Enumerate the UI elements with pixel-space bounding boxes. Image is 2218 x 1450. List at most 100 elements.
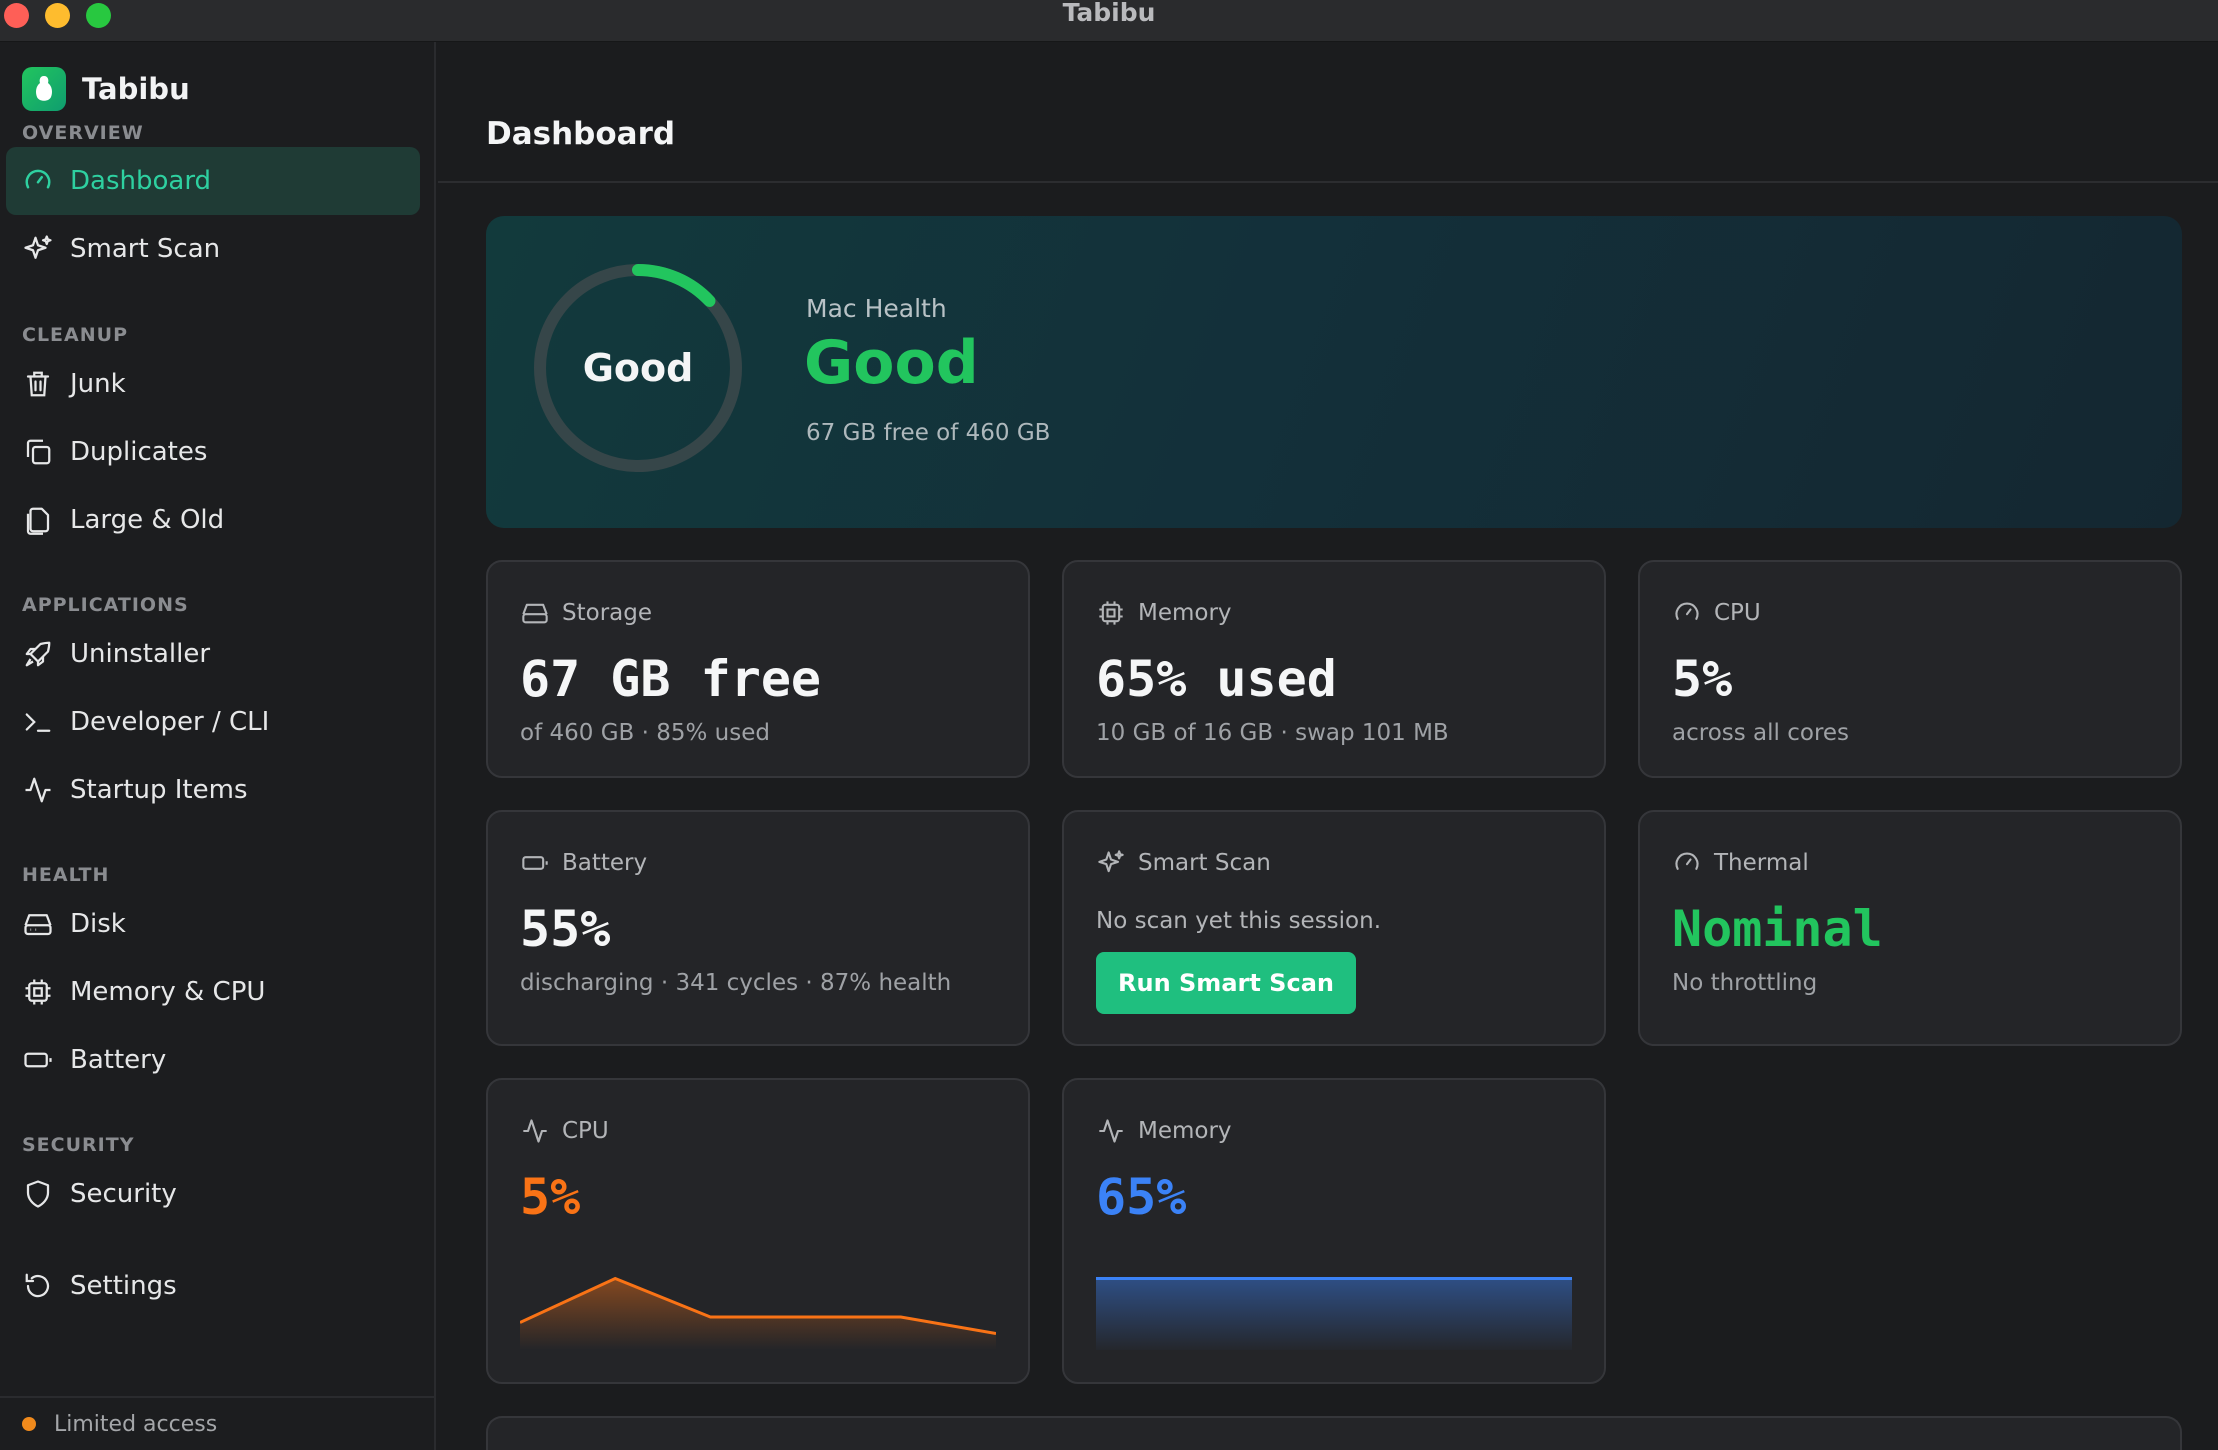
section-label-overview: OVERVIEW — [22, 122, 144, 144]
sidebar-item-label: Security — [70, 1179, 177, 1209]
series-area — [1096, 1278, 1572, 1350]
memory-sparkline — [1096, 1277, 1572, 1350]
sidebar-item-settings[interactable]: Settings — [6, 1252, 420, 1320]
sidebar-item-label: Dashboard — [70, 166, 212, 196]
sidebar-item-label: Uninstaller — [70, 639, 211, 669]
chip-icon — [1096, 598, 1126, 628]
smart-scan-card: Smart Scan No scan yet this session. Run… — [1062, 810, 1606, 1046]
card-label: Thermal — [1714, 850, 1809, 876]
battery-value: 55% — [520, 900, 611, 958]
hard-drive-icon — [520, 598, 550, 628]
health-hero-card: Good Mac Health Good 67 GB free of 460 G… — [486, 216, 2182, 528]
sidebar-item-label: Memory & CPU — [70, 977, 266, 1007]
thermal-card[interactable]: Thermal Nominal No throttling — [1638, 810, 2182, 1046]
hard-drive-icon — [22, 908, 54, 940]
cpu-sparkline — [520, 1276, 996, 1350]
sidebar-item-security[interactable]: Security — [6, 1160, 420, 1228]
sidebar-item-label: Large & Old — [70, 505, 225, 535]
thermal-detail: No throttling — [1672, 970, 1818, 996]
files-icon — [22, 504, 54, 536]
thermal-value: Nominal — [1672, 900, 1883, 958]
activity-icon — [22, 774, 54, 806]
sidebar-item-startup-items[interactable]: Startup Items — [6, 756, 420, 824]
cpu-value: 5% — [1672, 650, 1733, 708]
title-bar: Tabibu — [0, 0, 2218, 42]
section-label-cleanup: CLEANUP — [22, 324, 128, 346]
cpu-card[interactable]: CPU 5% across all cores — [1638, 560, 2182, 778]
status-dot — [22, 1417, 36, 1431]
app-logo-icon — [22, 67, 66, 111]
card-label: Memory — [1138, 1118, 1232, 1144]
battery-card[interactable]: Battery 55% discharging · 341 cycles · 8… — [486, 810, 1030, 1046]
section-label-security: SECURITY — [22, 1134, 135, 1156]
gauge-icon — [22, 165, 54, 197]
terminal-icon — [22, 706, 54, 738]
rotate-ccw-icon — [22, 1270, 54, 1302]
memory-chart-card[interactable]: Memory 65% — [1062, 1078, 1606, 1384]
sidebar-item-smart-scan[interactable]: Smart Scan — [6, 215, 420, 283]
card-label: Storage — [562, 600, 652, 626]
page-title: Dashboard — [486, 116, 676, 152]
sidebar-item-label: Smart Scan — [70, 234, 221, 264]
sidebar-item-large-old[interactable]: Large & Old — [6, 486, 420, 554]
storage-card[interactable]: Storage 67 GB free of 460 GB · 85% used — [486, 560, 1030, 778]
brand: Tabibu — [22, 67, 190, 111]
gauge-label: Good — [582, 346, 694, 390]
memory-card[interactable]: Memory 65% used 10 GB of 16 GB · swap 10… — [1062, 560, 1606, 778]
section-label-health: HEALTH — [22, 864, 110, 886]
sidebar-item-dashboard[interactable]: Dashboard — [6, 147, 420, 215]
sidebar-item-junk[interactable]: Junk — [6, 350, 420, 418]
additional-card — [486, 1416, 2182, 1450]
sidebar-item-label: Settings — [70, 1271, 177, 1301]
health-status: Good — [804, 328, 979, 398]
sparkles-icon — [22, 233, 54, 265]
shield-icon — [22, 1178, 54, 1210]
rocket-icon — [22, 638, 54, 670]
battery-detail: discharging · 341 cycles · 87% health — [520, 970, 952, 996]
sidebar-item-memory-cpu[interactable]: Memory & CPU — [6, 958, 420, 1026]
sidebar-item-developer-cli[interactable]: Developer / CLI — [6, 688, 420, 756]
memory-chart-value: 65% — [1096, 1168, 1187, 1226]
sidebar-item-label: Startup Items — [70, 775, 248, 805]
health-detail: 67 GB free of 460 GB — [806, 420, 1051, 446]
sparkles-icon — [1096, 848, 1126, 878]
sidebar-item-battery[interactable]: Battery — [6, 1026, 420, 1094]
storage-detail: of 460 GB · 85% used — [520, 720, 770, 746]
chip-icon — [22, 976, 54, 1008]
battery-icon — [520, 848, 550, 878]
app-window: Tabibu Tabibu OVERVIEW Dashboard Smart S… — [0, 0, 2218, 1450]
page-header: Dashboard — [438, 42, 2218, 183]
sidebar: Tabibu OVERVIEW Dashboard Smart Scan CLE… — [0, 42, 436, 1450]
card-label: Battery — [562, 850, 648, 876]
brand-name: Tabibu — [82, 72, 190, 106]
run-smart-scan-button[interactable]: Run Smart Scan — [1096, 952, 1356, 1014]
memory-detail: 10 GB of 16 GB · swap 101 MB — [1096, 720, 1449, 746]
cpu-chart-card[interactable]: CPU 5% — [486, 1078, 1030, 1384]
gauge-icon — [1672, 848, 1702, 878]
memory-value: 65% used — [1096, 650, 1337, 708]
sidebar-item-uninstaller[interactable]: Uninstaller — [6, 620, 420, 688]
activity-icon — [520, 1116, 550, 1146]
card-label: Smart Scan — [1138, 850, 1271, 876]
sidebar-item-label: Disk — [70, 909, 126, 939]
gauge-icon — [1672, 598, 1702, 628]
sidebar-item-disk[interactable]: Disk — [6, 890, 420, 958]
scan-status-note: No scan yet this session. — [1096, 908, 1382, 934]
battery-icon — [22, 1044, 54, 1076]
sidebar-item-label: Junk — [70, 369, 126, 399]
main-content: Dashboard Good Mac Health Good 67 GB fre… — [438, 42, 2218, 1450]
copy-icon — [22, 436, 54, 468]
card-label: CPU — [562, 1118, 609, 1144]
cpu-detail: across all cores — [1672, 720, 1850, 746]
sidebar-item-label: Developer / CLI — [70, 707, 270, 737]
card-label: Memory — [1138, 600, 1232, 626]
card-label: CPU — [1714, 600, 1761, 626]
window-title: Tabibu — [1062, 0, 1156, 27]
activity-icon — [1096, 1116, 1126, 1146]
sidebar-item-label: Battery — [70, 1045, 167, 1075]
sidebar-footer: Limited access — [0, 1396, 434, 1450]
cpu-chart-value: 5% — [520, 1168, 581, 1226]
access-status-text[interactable]: Limited access — [54, 1412, 217, 1437]
sidebar-item-duplicates[interactable]: Duplicates — [6, 418, 420, 486]
section-label-applications: APPLICATIONS — [22, 594, 189, 616]
